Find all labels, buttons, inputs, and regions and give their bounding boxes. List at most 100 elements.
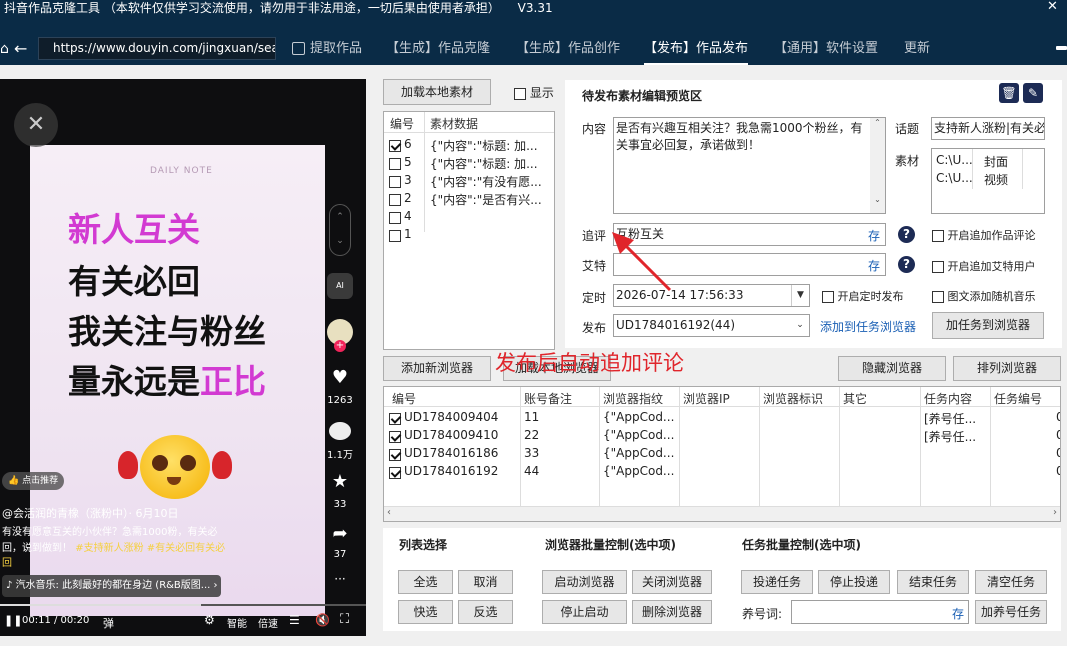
star-icon[interactable]: ★ xyxy=(328,471,352,492)
publish-account-select[interactable]: UD1784016192(44) ⌄ xyxy=(613,314,810,337)
show-checkbox[interactable]: 显示 xyxy=(514,84,554,101)
minus-icon[interactable] xyxy=(1056,46,1067,50)
content-textarea[interactable]: 是否有兴趣互相关注？我急需1000个粉丝，有关事宜必回复，承诺做到！ xyxy=(613,117,886,214)
danmu-toggle[interactable]: 弹 xyxy=(103,615,114,631)
arrange-browser-button[interactable]: 排列浏览器 xyxy=(953,356,1061,381)
stop-deliver-button[interactable]: 停止投递 xyxy=(818,570,890,594)
hide-browser-button[interactable]: 隐藏浏览器 xyxy=(838,356,946,381)
browser-col-header[interactable]: 其它 xyxy=(843,390,867,407)
deliver-task-button[interactable]: 投递任务 xyxy=(741,570,813,594)
video-author[interactable]: @会活润的青橡（涨粉中）· 6月10日 xyxy=(2,505,179,521)
topic-input[interactable]: 支持新人涨粉|有关必 xyxy=(931,117,1045,140)
tab-update[interactable]: 更新 xyxy=(904,33,930,65)
row-checkbox[interactable] xyxy=(389,229,401,242)
end-task-button[interactable]: 结束任务 xyxy=(897,570,969,594)
tab-extract[interactable]: 提取作品 xyxy=(292,33,362,65)
add-task-to-browser-button[interactable]: 加任务到浏览器 xyxy=(932,312,1044,339)
tab-settings[interactable]: 【通用】软件设置 xyxy=(774,33,878,65)
row-checkbox[interactable] xyxy=(389,193,401,206)
opt-music-checkbox[interactable]: 图文添加随机音乐 xyxy=(932,288,1036,304)
progress-track[interactable] xyxy=(0,604,366,606)
browser-row[interactable]: UD1784016186 33 {"AppCod... 0 xyxy=(384,445,1060,463)
row-checkbox[interactable] xyxy=(389,466,401,479)
quick-select-button[interactable]: 快选 xyxy=(398,600,453,624)
browser-row[interactable]: UD1784009404 11 {"AppCod... [养号任... 0 xyxy=(384,409,1060,427)
follow-plus-icon[interactable]: + xyxy=(334,340,346,352)
browser-col-header[interactable]: 编号 xyxy=(392,390,416,407)
trash-icon[interactable]: 🗑 xyxy=(999,83,1019,103)
rose-right xyxy=(212,451,232,479)
help-icon[interactable]: ? xyxy=(898,256,915,273)
browser-col-header[interactable]: 账号备注 xyxy=(524,390,572,407)
browser-col-header[interactable]: 浏览器IP xyxy=(683,390,730,407)
row-checkbox[interactable] xyxy=(389,412,401,425)
recommend-badge[interactable]: 👍 点击推荐 xyxy=(2,472,65,490)
speed-button[interactable]: 倍速 xyxy=(258,615,278,630)
load-material-button[interactable]: 加载本地素材 xyxy=(383,79,491,105)
asset-list[interactable]: C:\U... 封面 C:\U... 视频 xyxy=(931,148,1045,214)
settings-icon[interactable]: ⚙ xyxy=(204,613,215,627)
playlist-icon[interactable]: ☰ xyxy=(289,613,300,627)
material-row[interactable]: 4 xyxy=(384,208,554,226)
tab-publish[interactable]: 【发布】作品发布 xyxy=(644,33,749,65)
more-icon[interactable]: ··· xyxy=(330,572,350,586)
browser-col-header[interactable]: 任务内容 xyxy=(924,390,972,407)
aite-save-button[interactable]: 存 xyxy=(868,257,880,274)
scroll-control[interactable]: ⌃ ⌄ xyxy=(329,204,351,256)
opt-aite-checkbox[interactable]: 开启追加艾特用户 xyxy=(932,258,1036,274)
heart-icon[interactable]: ♥ xyxy=(328,367,352,388)
comment-icon[interactable] xyxy=(329,422,351,440)
music-bar[interactable]: ♪ 汽水音乐: 此刻最好的都在身边 (R&B版图... › xyxy=(2,575,221,597)
home-icon[interactable]: ⌂ xyxy=(0,33,9,65)
delete-browser-button[interactable]: 删除浏览器 xyxy=(632,600,712,624)
url-input[interactable]: https://www.douyin.com/jingxuan/sea xyxy=(38,37,276,60)
fullscreen-icon[interactable]: ⛶ xyxy=(340,612,349,627)
select-all-button[interactable]: 全选 xyxy=(398,570,453,594)
material-row[interactable]: 1 xyxy=(384,226,554,244)
video-player[interactable]: ✕ DAILY NOTE 新人互关 有关必回 我关注与粉丝 量永远是正比 ⌃ ⌄ … xyxy=(0,79,366,636)
row-checkbox[interactable] xyxy=(389,448,401,461)
start-browser-button[interactable]: 启动浏览器 xyxy=(542,570,627,594)
row-checkbox[interactable] xyxy=(389,157,401,170)
material-row[interactable]: 6 {"内容":"标题: 加... xyxy=(384,136,554,154)
smart-button[interactable]: 智能 xyxy=(227,615,247,630)
eraser-icon[interactable]: ✎ xyxy=(1023,83,1043,103)
clear-task-button[interactable]: 清空任务 xyxy=(975,570,1047,594)
row-checkbox[interactable] xyxy=(389,211,401,224)
close-icon[interactable]: ✕ xyxy=(1047,0,1061,14)
browser-row[interactable]: UD1784009410 22 {"AppCod... [养号任... 0 xyxy=(384,427,1060,445)
mute-icon[interactable]: 🔇 xyxy=(315,613,330,627)
row-checkbox[interactable] xyxy=(389,430,401,443)
add-to-task-link[interactable]: 添加到任务浏览器 xyxy=(820,318,916,335)
opt-timed-checkbox[interactable]: 开启定时发布 xyxy=(822,288,904,304)
share-icon[interactable]: ➦ xyxy=(328,523,352,544)
invert-select-button[interactable]: 反选 xyxy=(458,600,513,624)
tab-clone[interactable]: 【生成】作品克隆 xyxy=(386,33,490,65)
content-scrollbar[interactable]: ⌃ ⌄ xyxy=(870,118,885,213)
nurture-input[interactable] xyxy=(791,600,969,624)
ai-icon[interactable]: AI xyxy=(327,273,353,299)
pause-icon[interactable]: ❚❚ xyxy=(4,614,22,627)
material-row[interactable]: 5 {"内容":"标题: 加... xyxy=(384,154,554,172)
browser-row[interactable]: UD1784016192 44 {"AppCod... 0 xyxy=(384,463,1060,481)
material-row[interactable]: 3 {"内容":"有没有愿... xyxy=(384,172,554,190)
material-row[interactable]: 2 {"内容":"是否有兴... xyxy=(384,190,554,208)
help-icon[interactable]: ? xyxy=(898,226,915,243)
opt-comment-checkbox[interactable]: 开启追加作品评论 xyxy=(932,227,1036,243)
browser-col-header[interactable]: 任务编号 xyxy=(994,390,1042,407)
browser-col-header[interactable]: 浏览器标识 xyxy=(763,390,823,407)
horizontal-scrollbar[interactable]: ‹ › xyxy=(384,506,1060,521)
row-checkbox[interactable] xyxy=(389,175,401,188)
close-browser-button[interactable]: 关闭浏览器 xyxy=(632,570,712,594)
browser-col-header[interactable]: 浏览器指纹 xyxy=(603,390,663,407)
row-checkbox[interactable] xyxy=(389,139,401,152)
stop-start-button[interactable]: 停止启动 xyxy=(542,600,627,624)
comment-save-button[interactable]: 存 xyxy=(868,227,880,244)
back-arrow-icon[interactable]: ← xyxy=(14,33,27,65)
close-video-icon[interactable]: ✕ xyxy=(14,103,58,147)
add-new-browser-button[interactable]: 添加新浏览器 xyxy=(383,356,491,381)
nurture-save-button[interactable]: 存 xyxy=(952,605,964,622)
add-nurture-task-button[interactable]: 加养号任务 xyxy=(975,600,1047,624)
tab-create[interactable]: 【生成】作品创作 xyxy=(516,33,620,65)
cancel-select-button[interactable]: 取消 xyxy=(458,570,513,594)
